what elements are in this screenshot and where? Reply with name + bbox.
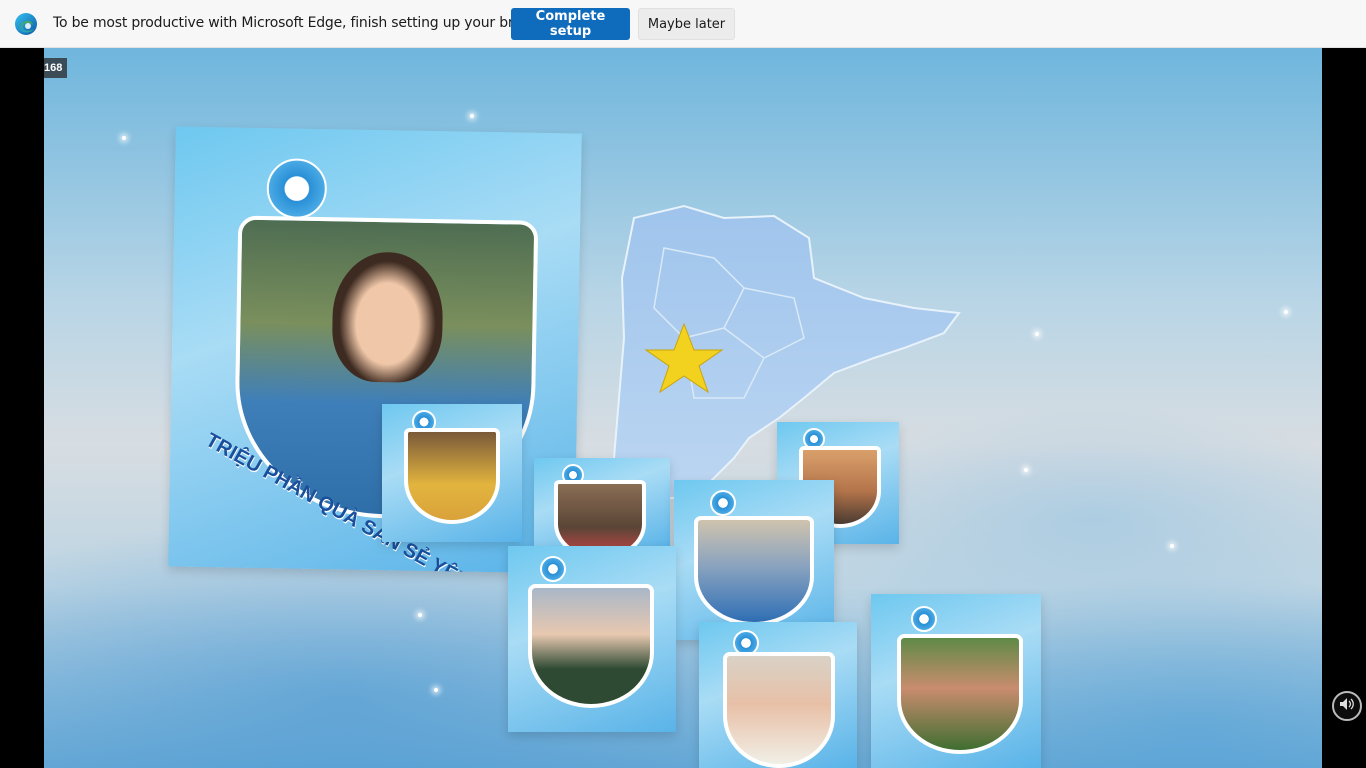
sparkle xyxy=(470,114,474,118)
card-photo xyxy=(404,428,500,524)
video-player[interactable]: 168 TRIỆU PHẦN QUÀ SAN SẺ YÊU THƯƠNG xyxy=(0,48,1366,768)
sparkle xyxy=(1035,332,1039,336)
sparkle xyxy=(1024,468,1028,472)
sparkle xyxy=(434,688,438,692)
infobar-message: To be most productive with Microsoft Edg… xyxy=(53,15,557,31)
view-count: 168 xyxy=(44,62,63,74)
volume-button[interactable] xyxy=(1332,691,1362,721)
portrait-person xyxy=(331,251,444,384)
photo-card-child xyxy=(382,404,522,542)
photo-card-soldier xyxy=(508,546,676,732)
card-photo xyxy=(694,516,814,626)
sparkle xyxy=(418,613,422,617)
card-photo xyxy=(723,652,835,768)
edge-logo-icon xyxy=(14,12,38,36)
photo-card-family xyxy=(534,458,670,550)
photo-card-mask xyxy=(699,622,857,768)
photo-card-farmer xyxy=(871,594,1041,768)
card-photo xyxy=(554,480,646,550)
sparkle xyxy=(122,136,126,140)
card-photo xyxy=(528,584,654,708)
sparkle xyxy=(1170,544,1174,548)
view-count-badge: 168 xyxy=(44,58,68,78)
maybe-later-button[interactable]: Maybe later xyxy=(638,8,735,40)
photo-card-group xyxy=(674,480,834,640)
women-union-logo xyxy=(266,158,328,220)
speaker-icon xyxy=(1339,697,1355,716)
card-photo xyxy=(897,634,1023,754)
edge-setup-infobar: To be most productive with Microsoft Edg… xyxy=(0,0,1366,48)
sparkle xyxy=(1284,310,1288,314)
card-logo xyxy=(911,606,937,632)
card-logo xyxy=(710,490,736,516)
complete-setup-button[interactable]: Complete setup xyxy=(511,8,630,40)
card-logo xyxy=(540,556,566,582)
video-frame[interactable]: 168 TRIỆU PHẦN QUÀ SAN SẺ YÊU THƯƠNG xyxy=(44,48,1322,768)
